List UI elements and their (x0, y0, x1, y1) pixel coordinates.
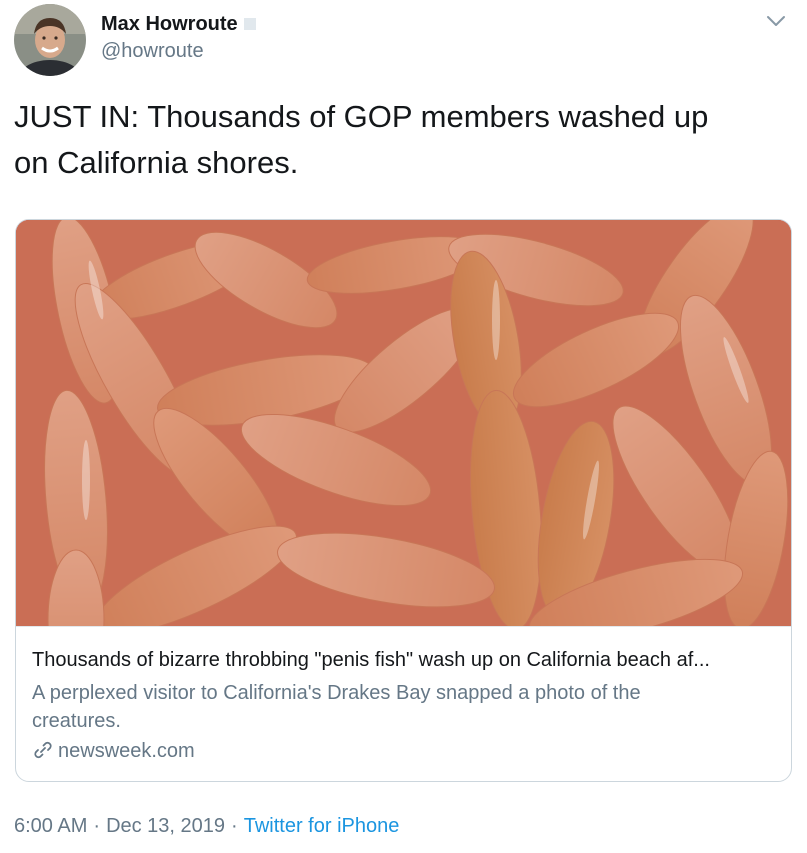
separator: · (231, 815, 238, 837)
tweet-time[interactable]: 6:00 AM (14, 815, 87, 837)
author-block: Max Howroute @howroute (101, 12, 256, 64)
tweet: Max Howroute @howroute JUST IN: Thousand… (0, 0, 807, 853)
tweet-source-link[interactable]: Twitter for iPhone (244, 815, 400, 837)
display-name-text[interactable]: Max Howroute (101, 13, 238, 35)
avatar[interactable] (14, 4, 86, 76)
tweet-text-line-2: on California shores. (14, 145, 299, 180)
card-domain[interactable]: newsweek.com (32, 737, 195, 765)
card-divider (16, 626, 791, 627)
badge-square-icon (243, 18, 256, 30)
fish-photo-icon (16, 220, 791, 626)
card-title[interactable]: Thousands of bizarre throbbing "penis fi… (32, 647, 782, 673)
tweet-text: JUST IN: Thousands of GOP members washed… (14, 94, 784, 186)
tweet-text-line-1: JUST IN: Thousands of GOP members washed… (14, 99, 709, 134)
link-icon (32, 739, 54, 761)
tweet-meta: 6:00 AM · Dec 13, 2019 · Twitter for iPhone (14, 812, 399, 840)
card-description: A perplexed visitor to California's Drak… (32, 682, 641, 732)
card-domain-text[interactable]: newsweek.com (58, 740, 195, 762)
chevron-down-icon[interactable] (764, 12, 788, 30)
separator: · (93, 815, 101, 837)
user-handle[interactable]: @howroute (101, 38, 256, 64)
display-name[interactable]: Max Howroute (101, 12, 256, 36)
link-card[interactable]: Thousands of bizarre throbbing "penis fi… (15, 219, 792, 782)
profile-photo-icon (14, 4, 86, 76)
card-image[interactable] (16, 220, 791, 626)
tweet-date[interactable]: Dec 13, 2019 (106, 815, 225, 837)
